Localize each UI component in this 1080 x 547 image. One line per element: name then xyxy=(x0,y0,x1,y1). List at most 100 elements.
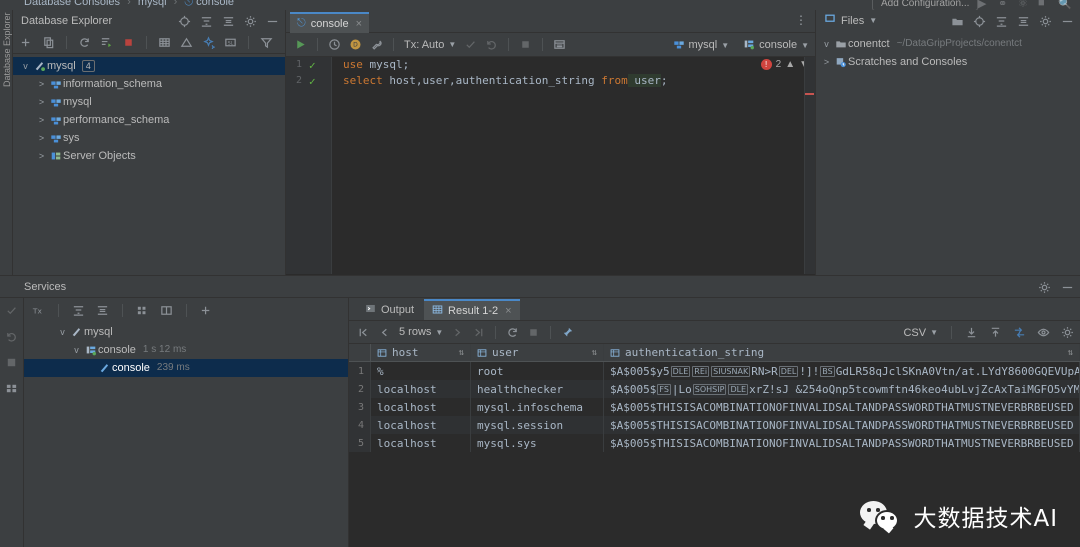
stop-icon[interactable]: ■ xyxy=(1038,0,1045,9)
tab-output[interactable]: Output xyxy=(357,299,422,320)
tree-item-performance-schema[interactable]: > performance_schema xyxy=(13,111,285,129)
open-tab-icon[interactable] xyxy=(160,304,173,317)
settings-gear-icon[interactable] xyxy=(1038,281,1051,294)
chevron-down-icon[interactable]: v xyxy=(56,323,69,341)
export-format-select[interactable]: CSV ▼ xyxy=(903,327,938,339)
settings-gear-icon[interactable] xyxy=(244,15,257,28)
breadcrumb-item-2[interactable]: console xyxy=(196,0,234,8)
collapse-all-icon[interactable] xyxy=(222,15,235,28)
stop-icon[interactable] xyxy=(5,356,18,369)
cell-host[interactable]: localhost xyxy=(371,416,471,434)
folder-icon[interactable] xyxy=(951,15,964,28)
sql-icon[interactable]: SL xyxy=(224,36,237,49)
table-row[interactable]: 3 localhost mysql.infoschema $A$005$THIS… xyxy=(349,398,1080,416)
collapse-all-icon[interactable] xyxy=(96,304,109,317)
collapse-all-icon[interactable] xyxy=(1017,15,1030,28)
more-options-icon[interactable]: ⋮ xyxy=(795,14,807,26)
chevron-down-icon[interactable]: v xyxy=(820,35,833,53)
table-row[interactable]: 1 % root $A$005$y5 DLE REi SIUSNAK RN>R DEL!… xyxy=(349,362,1080,380)
cell-authentication-string[interactable]: $A$005$ FS |Lo SOHSIP DLE xrZ!sJ &254oQnp5tco… xyxy=(604,380,1080,398)
inspection-widget[interactable]: ! 2 ▲ ▼ xyxy=(760,59,809,70)
modify-icon[interactable] xyxy=(180,36,193,49)
chevron-right-icon[interactable]: > xyxy=(35,111,48,129)
table-icon[interactable] xyxy=(158,36,171,49)
chevron-down-icon[interactable]: v xyxy=(70,341,83,359)
tx-icon[interactable]: Tx xyxy=(32,304,45,317)
statement-ok-icon[interactable]: ✓ xyxy=(309,60,316,71)
group-icon[interactable] xyxy=(136,304,149,317)
cell-user[interactable]: mysql.sys xyxy=(471,434,604,452)
transaction-mode-select[interactable]: Tx: Auto ▼ xyxy=(404,39,456,51)
add-configuration-button[interactable]: Add Configuration... xyxy=(872,0,979,10)
expand-all-icon[interactable] xyxy=(995,15,1008,28)
database-explorer-tool-button[interactable]: Database Explorer xyxy=(2,12,12,87)
cell-user[interactable]: root xyxy=(471,362,604,380)
export-down-icon[interactable] xyxy=(965,326,978,339)
magic-icon[interactable] xyxy=(202,36,215,49)
parameters-icon[interactable] xyxy=(553,38,566,51)
cell-authentication-string[interactable]: $A$005$THISISACOMBINATIONOFINVALIDSALTAN… xyxy=(604,398,1080,416)
services-tree-item-console[interactable]: console 239 ms xyxy=(24,359,348,377)
column-header-authentication-string[interactable]: authentication_string ⇅ xyxy=(604,344,1080,361)
debug-icon[interactable]: ⚭ xyxy=(998,0,1007,10)
cell-host[interactable]: localhost xyxy=(371,380,471,398)
datasource-select[interactable]: mysql ▼ xyxy=(673,38,729,53)
files-tree-item-scratches[interactable]: > Scratches and Consoles xyxy=(816,53,1080,71)
minimize-icon[interactable] xyxy=(1061,281,1074,294)
cell-authentication-string[interactable]: $A$005$THISISACOMBINATIONOFINVALIDSALTAN… xyxy=(604,434,1080,452)
locate-icon[interactable] xyxy=(178,15,191,28)
column-header-host[interactable]: host ⇅ xyxy=(371,344,471,361)
sort-icon[interactable]: ⇅ xyxy=(1068,348,1073,358)
chevron-right-icon[interactable]: > xyxy=(35,147,48,165)
commit-check-icon[interactable] xyxy=(5,304,18,317)
cell-user[interactable]: mysql.infoschema xyxy=(471,398,604,416)
coverage-icon[interactable]: ⚛ xyxy=(1018,0,1028,10)
breadcrumb-item-1[interactable]: mysql xyxy=(138,0,167,8)
view-eye-icon[interactable] xyxy=(1037,326,1050,339)
datasource-badge-icon[interactable]: D xyxy=(349,38,362,51)
tree-item-sys[interactable]: > sys xyxy=(13,129,285,147)
copy-icon[interactable] xyxy=(42,36,55,49)
table-row[interactable]: 2 localhost healthchecker $A$005$ FS |Lo SO… xyxy=(349,380,1080,398)
next-page-icon[interactable] xyxy=(451,326,464,339)
editor-gutter[interactable]: 1 ✓ 2 ✓ xyxy=(286,57,332,274)
breadcrumb-item-0[interactable]: Database Consoles xyxy=(24,0,120,8)
cell-user[interactable]: mysql.session xyxy=(471,416,604,434)
error-stripe[interactable] xyxy=(804,57,815,274)
last-page-icon[interactable] xyxy=(472,326,485,339)
code-area[interactable]: 1 ✓ 2 ✓ use mysql; select host,user,auth… xyxy=(286,57,815,274)
column-header-user[interactable]: user ⇅ xyxy=(471,344,604,361)
close-icon[interactable]: × xyxy=(356,18,362,30)
cell-host[interactable]: localhost xyxy=(371,398,471,416)
rows-count-select[interactable]: 5 rows ▼ xyxy=(399,326,443,338)
expand-all-icon[interactable] xyxy=(200,15,213,28)
filter-icon[interactable] xyxy=(260,36,273,49)
statement-ok-icon[interactable]: ✓ xyxy=(309,76,316,87)
cell-user[interactable]: healthchecker xyxy=(471,380,604,398)
tree-item-mysql[interactable]: v mysql 4 xyxy=(13,57,285,75)
prev-page-icon[interactable] xyxy=(378,326,391,339)
services-tree-item-mysql[interactable]: v mysql xyxy=(24,323,348,341)
chevron-right-icon[interactable]: > xyxy=(35,129,48,147)
tree-item-server-objects[interactable]: > Server Objects xyxy=(13,147,285,165)
minimize-icon[interactable] xyxy=(1061,15,1074,28)
tree-item-information-schema[interactable]: > information_schema xyxy=(13,75,285,93)
add-icon[interactable] xyxy=(20,36,33,49)
first-page-icon[interactable] xyxy=(357,326,370,339)
cell-host[interactable]: % xyxy=(371,362,471,380)
chevron-right-icon[interactable]: > xyxy=(35,75,48,93)
stop-icon[interactable] xyxy=(527,326,540,339)
tab-console[interactable]: ⎋ console × xyxy=(290,12,370,33)
table-row[interactable]: 4 localhost mysql.session $A$005$THISISA… xyxy=(349,416,1080,434)
rollback-icon[interactable] xyxy=(5,330,18,343)
history-clock-icon[interactable] xyxy=(328,38,341,51)
wrench-icon[interactable] xyxy=(370,38,383,51)
stop-icon[interactable] xyxy=(122,36,135,49)
cell-host[interactable]: localhost xyxy=(371,434,471,452)
sort-icon[interactable]: ⇅ xyxy=(459,348,464,358)
minimize-icon[interactable] xyxy=(266,15,279,28)
sort-icon[interactable]: ⇅ xyxy=(592,348,597,358)
import-up-icon[interactable] xyxy=(989,326,1002,339)
cell-authentication-string[interactable]: $A$005$THISISACOMBINATIONOFINVALIDSALTAN… xyxy=(604,416,1080,434)
services-tree-item-session[interactable]: v console 1 s 12 ms xyxy=(24,341,348,359)
